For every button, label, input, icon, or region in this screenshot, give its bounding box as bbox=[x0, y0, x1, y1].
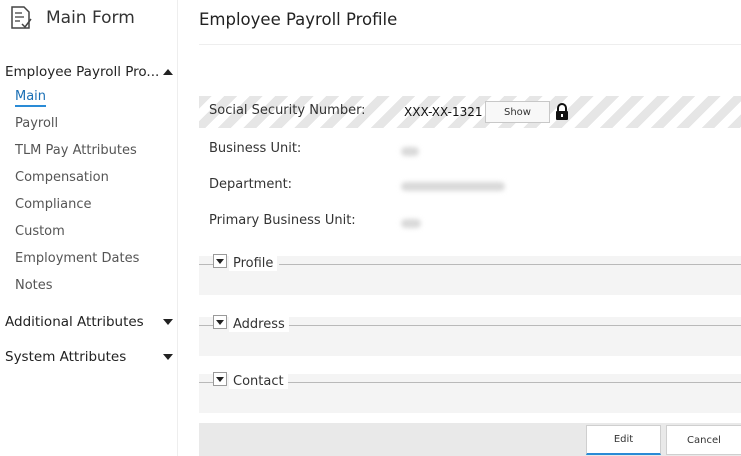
sidebar-item-custom[interactable]: Custom bbox=[15, 223, 139, 250]
business-unit-label: Business Unit: bbox=[209, 141, 302, 156]
contact-collapse-toggle[interactable] bbox=[213, 372, 227, 386]
page-title: Employee Payroll Profile bbox=[199, 10, 398, 29]
section-label: System Attributes bbox=[5, 349, 127, 365]
main-content: Employee Payroll Profile Social Security… bbox=[179, 0, 741, 456]
ssn-label: Social Security Number: bbox=[209, 103, 366, 118]
profile-collapse-toggle[interactable] bbox=[213, 254, 227, 268]
sidebar-item-label: Custom bbox=[15, 224, 65, 239]
primary-business-unit-label: Primary Business Unit: bbox=[209, 213, 356, 228]
sidebar: Main Form Employee Payroll Pro... Main P… bbox=[0, 0, 178, 456]
triangle-down-icon bbox=[216, 376, 224, 382]
sidebar-nav-list: Main Payroll TLM Pay Attributes Compensa… bbox=[15, 88, 139, 304]
divider bbox=[289, 325, 741, 326]
show-ssn-button[interactable]: Show bbox=[485, 101, 550, 123]
chevron-down-icon bbox=[163, 319, 173, 325]
sidebar-item-compensation[interactable]: Compensation bbox=[15, 169, 139, 196]
section-system-attributes[interactable]: System Attributes bbox=[5, 349, 175, 365]
sidebar-item-label: Notes bbox=[15, 278, 53, 293]
sidebar-item-employment-dates[interactable]: Employment Dates bbox=[15, 250, 139, 277]
ssn-value: XXX-XX-1321 bbox=[404, 105, 483, 119]
divider bbox=[199, 325, 213, 326]
sidebar-item-payroll[interactable]: Payroll bbox=[15, 115, 139, 142]
form-document-icon bbox=[11, 6, 32, 29]
section-additional-attributes[interactable]: Additional Attributes bbox=[5, 314, 175, 330]
department-value-redacted bbox=[401, 182, 505, 191]
primary-business-unit-value-redacted bbox=[401, 219, 421, 228]
sidebar-item-label: TLM Pay Attributes bbox=[15, 143, 137, 158]
sidebar-item-label: Compliance bbox=[15, 197, 92, 212]
divider bbox=[199, 264, 213, 265]
department-label: Department: bbox=[209, 177, 293, 192]
divider bbox=[199, 44, 741, 45]
triangle-down-icon bbox=[216, 319, 224, 325]
divider bbox=[199, 382, 213, 383]
business-unit-value-redacted bbox=[401, 147, 419, 156]
sidebar-item-compliance[interactable]: Compliance bbox=[15, 196, 139, 223]
cancel-button[interactable]: Cancel bbox=[666, 425, 741, 455]
divider bbox=[287, 382, 741, 383]
profile-section bbox=[199, 256, 741, 295]
sidebar-item-main[interactable]: Main bbox=[15, 88, 139, 115]
section-label: Employee Payroll Pro... bbox=[5, 64, 160, 80]
address-section-title: Address bbox=[229, 317, 289, 332]
divider bbox=[279, 264, 741, 265]
contact-section-title: Contact bbox=[229, 374, 288, 389]
sidebar-item-label: Compensation bbox=[15, 170, 109, 185]
form-header: Main Form bbox=[10, 6, 135, 30]
sidebar-item-label: Main bbox=[15, 89, 47, 107]
form-title: Main Form bbox=[46, 8, 135, 28]
edit-button[interactable]: Edit bbox=[586, 425, 661, 455]
profile-section-title: Profile bbox=[229, 256, 278, 271]
sidebar-item-label: Payroll bbox=[15, 116, 59, 131]
section-employee-payroll-profile[interactable]: Employee Payroll Pro... bbox=[5, 64, 175, 80]
chevron-up-icon bbox=[163, 69, 173, 75]
chevron-down-icon bbox=[163, 354, 173, 360]
sidebar-item-notes[interactable]: Notes bbox=[15, 277, 139, 304]
sidebar-item-tlm-pay-attributes[interactable]: TLM Pay Attributes bbox=[15, 142, 139, 169]
address-collapse-toggle[interactable] bbox=[213, 315, 227, 329]
triangle-down-icon bbox=[216, 258, 224, 264]
lock-icon bbox=[556, 103, 568, 120]
sidebar-item-label: Employment Dates bbox=[15, 251, 140, 266]
section-label: Additional Attributes bbox=[5, 314, 144, 330]
